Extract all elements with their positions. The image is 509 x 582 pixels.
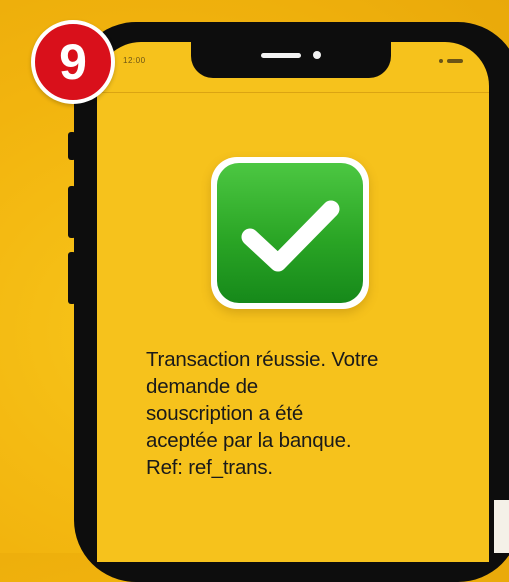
speaker-icon xyxy=(261,53,301,58)
page-corner xyxy=(494,500,509,553)
check-mark-icon xyxy=(217,163,363,303)
message-line: demande de xyxy=(146,375,258,398)
signal-icon xyxy=(439,59,443,63)
message-line: Transaction réussie. Votre xyxy=(146,348,379,371)
success-message: Transaction réussie. Votre demande de so… xyxy=(146,346,466,481)
message-line: souscription a été xyxy=(146,402,304,425)
battery-icon xyxy=(439,58,463,64)
message-line: aceptée par la banque. xyxy=(146,429,352,452)
check-mark-svg xyxy=(241,200,340,272)
camera-icon xyxy=(313,51,321,59)
status-time: 12:00 xyxy=(123,56,146,65)
battery-level-icon xyxy=(447,59,463,63)
message-line: Ref: ref_trans. xyxy=(146,456,273,479)
step-number-badge: 9 xyxy=(31,20,115,104)
phone-notch xyxy=(191,42,391,78)
success-icon-frame xyxy=(211,157,369,309)
